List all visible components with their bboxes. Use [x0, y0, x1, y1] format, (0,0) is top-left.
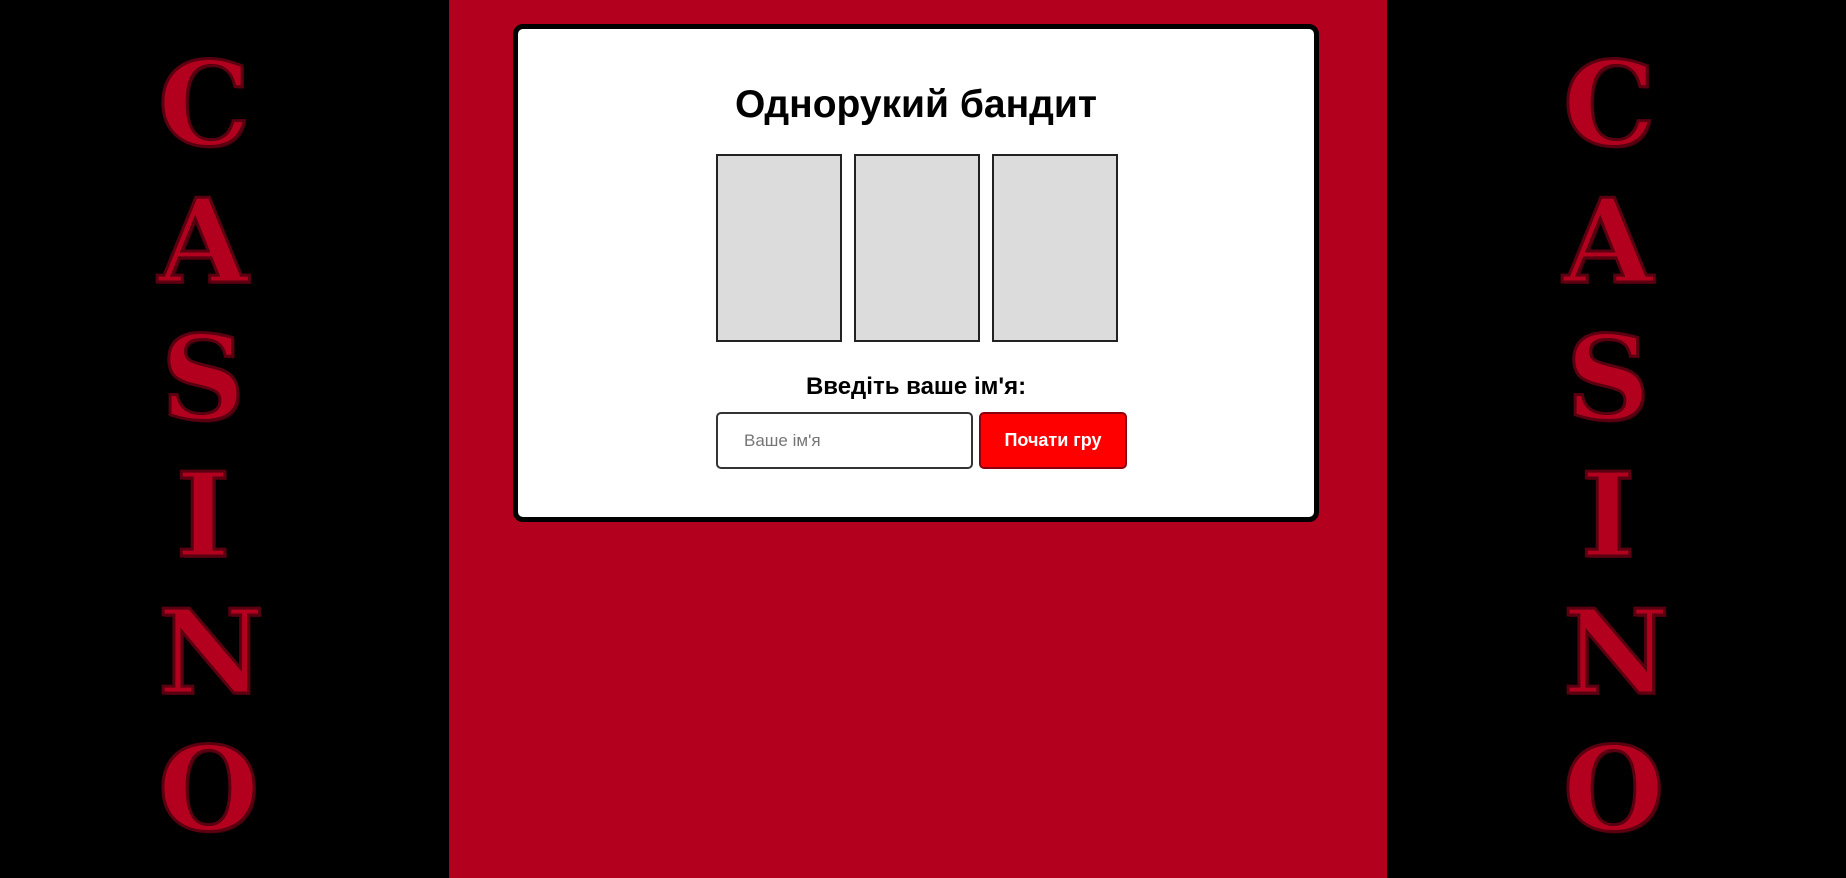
casino-letter: O: [157, 722, 261, 858]
casino-letter: A: [1562, 174, 1655, 310]
casino-letter: S: [160, 311, 247, 447]
casino-letter: N: [157, 585, 266, 721]
right-casino-banner: C A S I N O: [1387, 0, 1836, 878]
name-input[interactable]: [716, 412, 973, 469]
name-prompt-label: Введіть ваше ім'я:: [805, 373, 1027, 400]
casino-letter: I: [174, 448, 231, 584]
name-form: Почати гру: [716, 412, 1127, 469]
reel-3: [992, 154, 1118, 342]
casino-letter: C: [1562, 37, 1657, 173]
casino-letter: A: [157, 174, 250, 310]
left-casino-banner: C A S I N O: [0, 0, 449, 878]
page: C A S I N O Однорукий бандит Введіть ваш…: [0, 0, 1846, 878]
main-content: Однорукий бандит Введіть ваше ім'я: Поча…: [449, 0, 1387, 878]
casino-letter: I: [1579, 448, 1636, 584]
start-game-button[interactable]: Почати гру: [979, 412, 1127, 469]
slot-machine-card: Однорукий бандит Введіть ваше ім'я: Поча…: [513, 24, 1319, 522]
page-title: Однорукий бандит: [735, 83, 1097, 126]
reels: [716, 154, 1118, 342]
casino-letter: N: [1562, 585, 1671, 721]
reel-2: [854, 154, 980, 342]
casino-letter: C: [157, 37, 252, 173]
casino-letters-left: C A S I N O: [157, 37, 266, 872]
casino-letter: S: [1565, 311, 1652, 447]
casino-letter: O: [1562, 722, 1666, 858]
reel-1: [716, 154, 842, 342]
casino-letters-right: C A S I N O: [1562, 37, 1671, 872]
